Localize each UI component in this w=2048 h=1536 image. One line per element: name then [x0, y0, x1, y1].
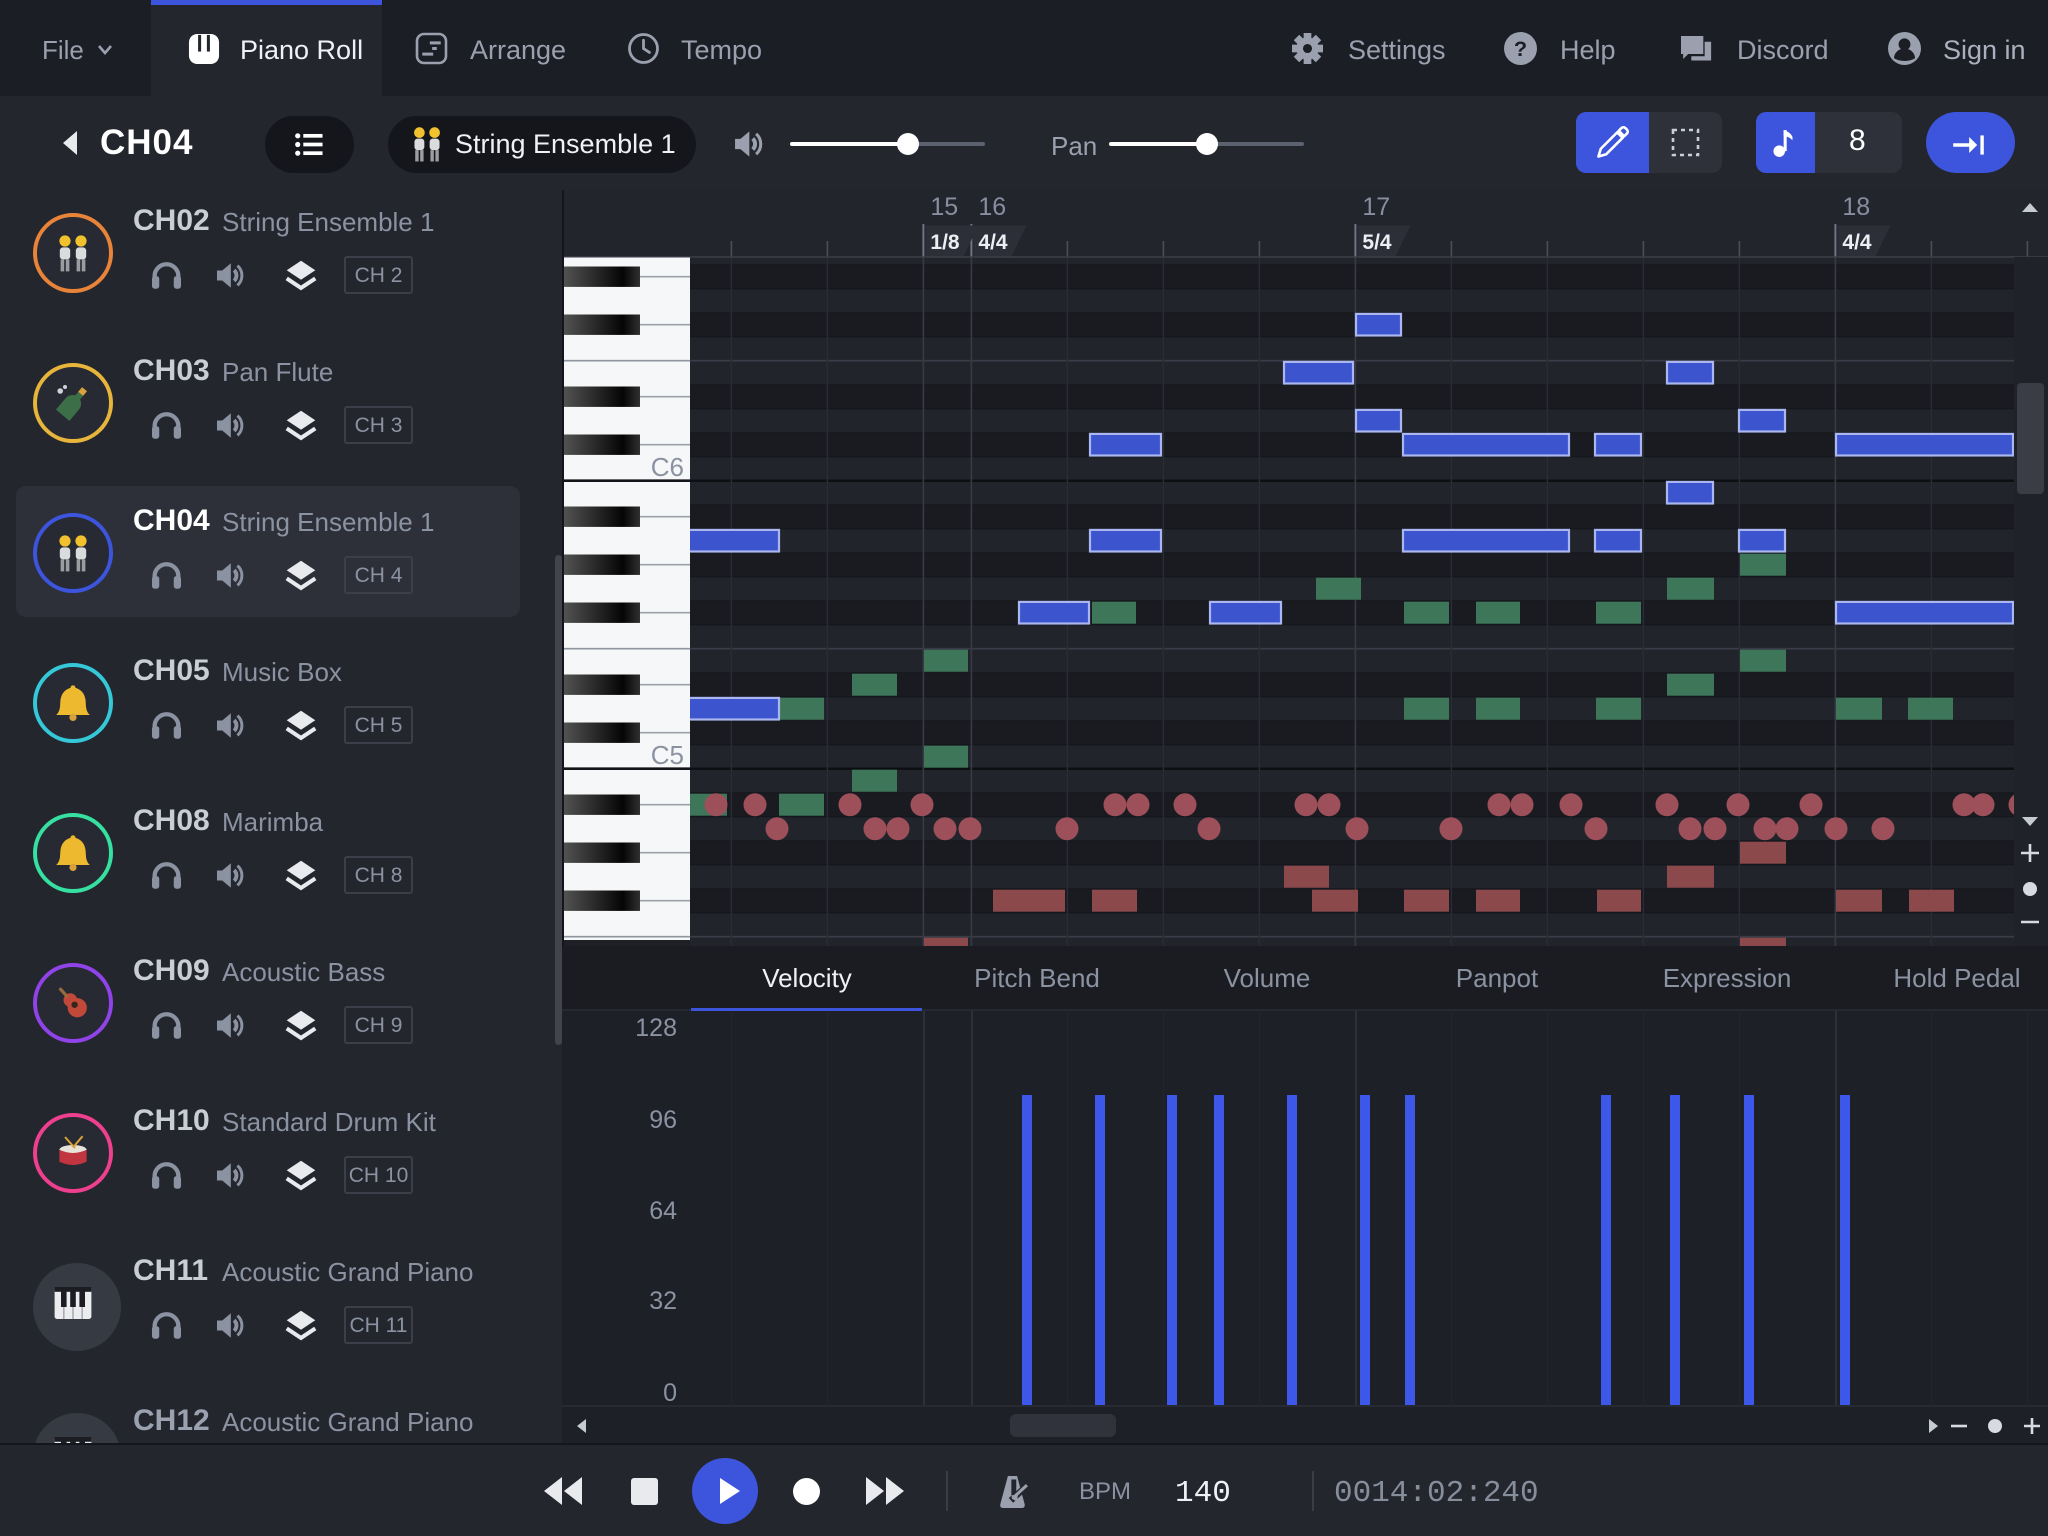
svg-text:18: 18 — [1842, 193, 1870, 221]
svg-text:15: 15 — [930, 193, 958, 221]
svg-text:5/4: 5/4 — [1362, 231, 1392, 254]
svg-text:4/4: 4/4 — [1842, 231, 1872, 254]
svg-text:?: ? — [1514, 36, 1527, 61]
svg-text:C6: C6 — [651, 452, 684, 482]
svg-text:4/4: 4/4 — [978, 231, 1008, 254]
svg-text:1/8: 1/8 — [930, 231, 960, 254]
svg-text:C5: C5 — [651, 740, 684, 770]
svg-text:16: 16 — [978, 193, 1006, 221]
svg-text:17: 17 — [1362, 193, 1390, 221]
